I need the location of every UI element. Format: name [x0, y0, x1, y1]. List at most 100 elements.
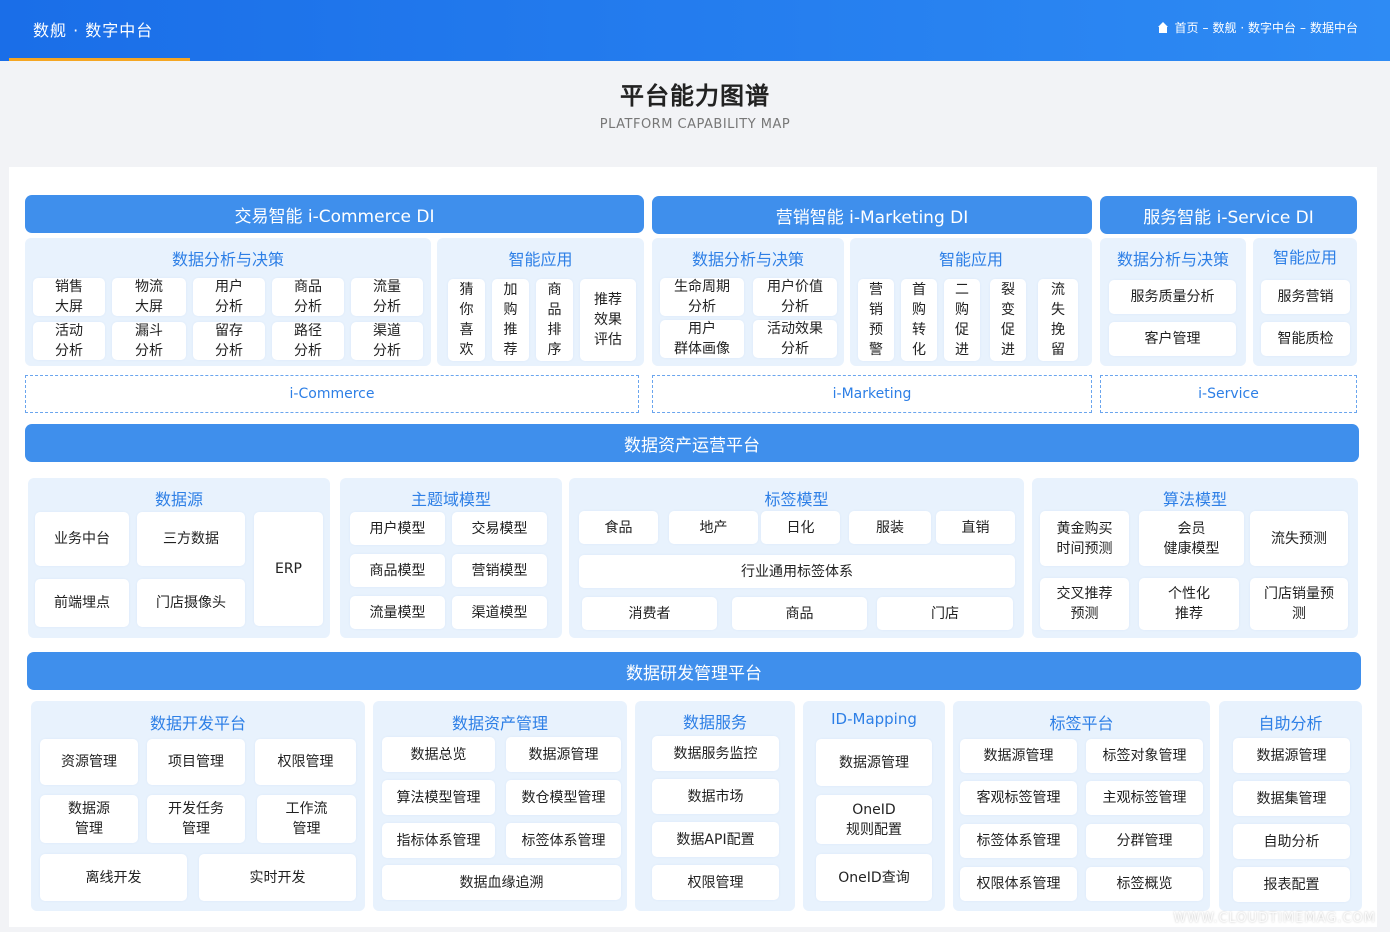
capability-cell[interactable]: 渠道模型	[452, 596, 547, 629]
capability-cell[interactable]: 工作流 管理	[257, 795, 356, 843]
commerce-footer[interactable]: i-Commerce	[25, 375, 639, 413]
capability-cell[interactable]: 数据源管理	[960, 739, 1077, 773]
capability-cell[interactable]: 主观标签管理	[1086, 781, 1203, 815]
watermark-text: WWW.CLOUDTIMEMAG.COM	[1173, 911, 1376, 926]
capability-cell[interactable]: 直销	[936, 511, 1015, 544]
breadcrumb-sep: –	[1299, 20, 1306, 35]
capability-cell[interactable]: 流量模型	[350, 596, 445, 629]
capability-cell[interactable]: 数据血缘追溯	[382, 865, 621, 900]
capability-cell[interactable]: 离线开发	[40, 854, 187, 901]
capability-cell[interactable]: 交叉推荐 预测	[1040, 578, 1129, 630]
capability-cell[interactable]: 食品	[579, 511, 658, 544]
capability-cell[interactable]: 地产	[669, 511, 758, 544]
capability-cell[interactable]: 首购转化	[901, 279, 937, 361]
capability-cell[interactable]: 流失挽留	[1038, 279, 1078, 361]
page-title: 平台能力图谱	[620, 82, 770, 110]
capability-cell[interactable]: 用户价值 分析	[753, 278, 837, 316]
capability-cell[interactable]: 服务质量分析	[1109, 280, 1236, 314]
capability-cell[interactable]: 消费者	[582, 597, 717, 630]
capability-cell[interactable]: ERP	[254, 512, 323, 626]
capability-cell[interactable]: 算法模型管理	[382, 780, 495, 815]
capability-cell[interactable]: 门店	[877, 597, 1013, 630]
marketing-footer[interactable]: i-Marketing	[652, 375, 1092, 413]
capability-cell[interactable]: 会员 健康模型	[1139, 511, 1244, 566]
capability-cell[interactable]: 智能质检	[1261, 322, 1350, 356]
panel-title: 标签模型	[764, 490, 829, 509]
capability-cell[interactable]: 服务营销	[1261, 280, 1350, 314]
capability-cell[interactable]: 实时开发	[199, 854, 356, 901]
capability-cell[interactable]: 数据服务监控	[652, 736, 779, 771]
capability-cell[interactable]: 权限管理	[652, 865, 779, 900]
capability-cell[interactable]: 权限管理	[255, 739, 356, 785]
capability-cell[interactable]: 漏斗 分析	[112, 322, 186, 360]
capability-cell[interactable]: 日化	[761, 511, 840, 544]
capability-cell[interactable]: 行业通用标签体系	[579, 555, 1015, 588]
capability-cell[interactable]: 加购推荐	[492, 279, 529, 361]
capability-cell[interactable]: 标签对象管理	[1086, 739, 1203, 773]
capability-cell[interactable]: 数据源管理	[1233, 738, 1350, 773]
capability-cell[interactable]: 分群管理	[1086, 824, 1203, 858]
capability-cell[interactable]: 客户管理	[1109, 322, 1236, 356]
capability-cell[interactable]: 活动效果 分析	[753, 320, 837, 358]
capability-cell[interactable]: 标签概览	[1086, 867, 1203, 901]
capability-cell[interactable]: 资源管理	[40, 739, 138, 785]
capability-cell[interactable]: 用户模型	[350, 512, 445, 545]
capability-cell[interactable]: 标签体系管理	[506, 823, 621, 858]
capability-cell[interactable]: 数据源管理	[40, 795, 138, 843]
capability-cell[interactable]: 数据集管理	[1233, 781, 1350, 816]
capability-cell[interactable]: 开发任务 管理	[147, 795, 245, 843]
capability-cell[interactable]: 路径 分析	[272, 322, 344, 360]
capability-cell[interactable]: 猜你喜欢	[448, 279, 485, 361]
capability-cell[interactable]: 数据总览	[382, 737, 495, 772]
capability-cell[interactable]: 渠道 分析	[351, 322, 423, 360]
capability-cell[interactable]: 门店销量预测	[1250, 578, 1348, 630]
capability-cell[interactable]: 商品	[732, 597, 867, 630]
capability-cell[interactable]: 推荐 效果 评估	[580, 279, 636, 361]
capability-cell[interactable]: 服装	[849, 511, 931, 544]
capability-cell[interactable]: OneID查询	[816, 854, 932, 901]
capability-cell[interactable]: 黄金购买 时间预测	[1040, 511, 1129, 566]
brand-title[interactable]: 数舰 · 数字中台	[33, 17, 153, 41]
capability-cell[interactable]: 用户 群体画像	[660, 320, 744, 358]
breadcrumb-platform[interactable]: 数舰 · 数字中台	[1213, 19, 1296, 36]
capability-cell[interactable]: 项目管理	[147, 739, 245, 785]
service-footer[interactable]: i-Service	[1100, 375, 1357, 413]
capability-cell[interactable]: 数仓模型管理	[506, 780, 621, 815]
capability-cell[interactable]: 客观标签管理	[960, 781, 1077, 815]
capability-cell[interactable]: 三方数据	[137, 512, 245, 566]
capability-cell[interactable]: 销售 大屏	[33, 278, 105, 316]
capability-cell[interactable]: 报表配置	[1233, 867, 1350, 902]
capability-cell[interactable]: 数据市场	[652, 779, 779, 814]
capability-cell[interactable]: 门店摄像头	[137, 579, 245, 627]
capability-cell[interactable]: 裂变促进	[990, 279, 1026, 361]
home-icon[interactable]	[1157, 22, 1169, 33]
capability-cell[interactable]: 商品排序	[536, 279, 573, 361]
capability-cell[interactable]: 交易模型	[452, 512, 547, 545]
capability-cell[interactable]: 个性化 推荐	[1139, 578, 1239, 630]
capability-cell[interactable]: 前端埋点	[35, 579, 129, 627]
capability-cell[interactable]: 标签体系管理	[960, 824, 1077, 858]
capability-cell[interactable]: 数据源管理	[506, 737, 621, 772]
capability-cell[interactable]: 用户 分析	[193, 278, 265, 316]
panel-title: 数据分析与决策	[691, 250, 804, 269]
dev-platform-header: 数据研发管理平台	[27, 652, 1361, 690]
capability-cell[interactable]: 商品模型	[350, 554, 445, 587]
capability-cell[interactable]: 指标体系管理	[382, 823, 495, 858]
capability-cell[interactable]: 营销预警	[858, 279, 894, 361]
capability-cell[interactable]: 业务中台	[35, 512, 129, 566]
capability-cell[interactable]: 权限体系管理	[960, 867, 1077, 901]
capability-cell[interactable]: 数据API配置	[652, 822, 779, 857]
capability-cell[interactable]: 物流 大屏	[112, 278, 186, 316]
capability-cell[interactable]: 活动 分析	[33, 322, 105, 360]
capability-cell[interactable]: OneID 规则配置	[816, 795, 932, 844]
capability-cell[interactable]: 流失预测	[1250, 511, 1348, 566]
capability-cell[interactable]: 二购促进	[944, 279, 980, 361]
capability-cell[interactable]: 营销模型	[452, 554, 547, 587]
capability-cell[interactable]: 自助分析	[1233, 824, 1350, 859]
capability-cell[interactable]: 生命周期 分析	[660, 278, 744, 316]
capability-cell[interactable]: 流量 分析	[351, 278, 423, 316]
capability-cell[interactable]: 数据源管理	[816, 739, 932, 786]
breadcrumb-home[interactable]: 首页	[1175, 19, 1199, 36]
capability-cell[interactable]: 留存 分析	[193, 322, 265, 360]
capability-cell[interactable]: 商品 分析	[272, 278, 344, 316]
